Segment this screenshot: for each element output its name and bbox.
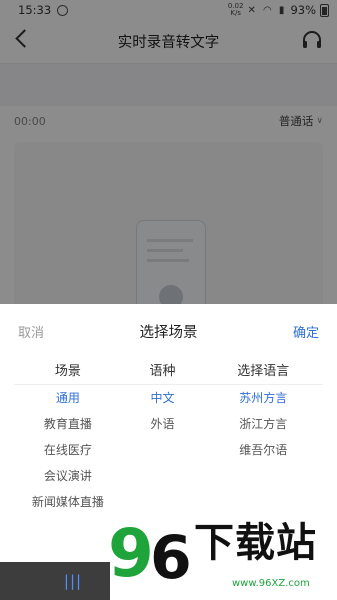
language-column-header: 选择语言 bbox=[203, 358, 323, 385]
language-type-option[interactable]: 中文 bbox=[151, 385, 175, 411]
watermark-digit-nine: 9 bbox=[108, 515, 154, 592]
language-column: 选择语言 苏州方言 浙江方言 维吾尔语 bbox=[203, 358, 323, 515]
recent-apps-icon[interactable]: ||| bbox=[64, 572, 82, 590]
confirm-button[interactable]: 确定 bbox=[293, 322, 319, 341]
language-option[interactable]: 苏州方言 bbox=[239, 385, 287, 411]
language-type-column-header: 语种 bbox=[121, 358, 204, 385]
cancel-button[interactable]: 取消 bbox=[18, 322, 44, 341]
scene-column: 场景 通用 教育直播 在线医疗 会议演讲 新闻媒体直播 bbox=[14, 358, 122, 515]
scene-option[interactable]: 会议演讲 bbox=[44, 463, 92, 489]
language-option[interactable]: 浙江方言 bbox=[239, 411, 287, 437]
scene-option[interactable]: 教育直播 bbox=[44, 411, 92, 437]
scene-option[interactable]: 通用 bbox=[56, 385, 80, 411]
watermark-logo: 9 6 下载站 www.96XZ.com bbox=[106, 514, 337, 600]
sheet-header: 取消 选择场景 确定 bbox=[0, 304, 337, 358]
scene-option[interactable]: 新闻媒体直播 bbox=[32, 489, 104, 515]
scene-option[interactable]: 在线医疗 bbox=[44, 437, 92, 463]
watermark-digit-six: 6 bbox=[150, 523, 192, 593]
sheet-title: 选择场景 bbox=[139, 324, 198, 341]
system-nav-bar: ||| bbox=[0, 562, 110, 600]
language-option[interactable]: 维吾尔语 bbox=[239, 437, 287, 463]
watermark-url: www.96XZ.com bbox=[232, 578, 310, 589]
picker-columns: 场景 通用 教育直播 在线医疗 会议演讲 新闻媒体直播 语种 中文 外语 选择语… bbox=[0, 358, 337, 515]
language-type-column: 语种 中文 外语 bbox=[121, 358, 204, 515]
language-type-option[interactable]: 外语 bbox=[151, 411, 175, 437]
watermark-brand-text: 下载站 bbox=[194, 520, 317, 566]
scene-column-header: 场景 bbox=[14, 358, 122, 385]
